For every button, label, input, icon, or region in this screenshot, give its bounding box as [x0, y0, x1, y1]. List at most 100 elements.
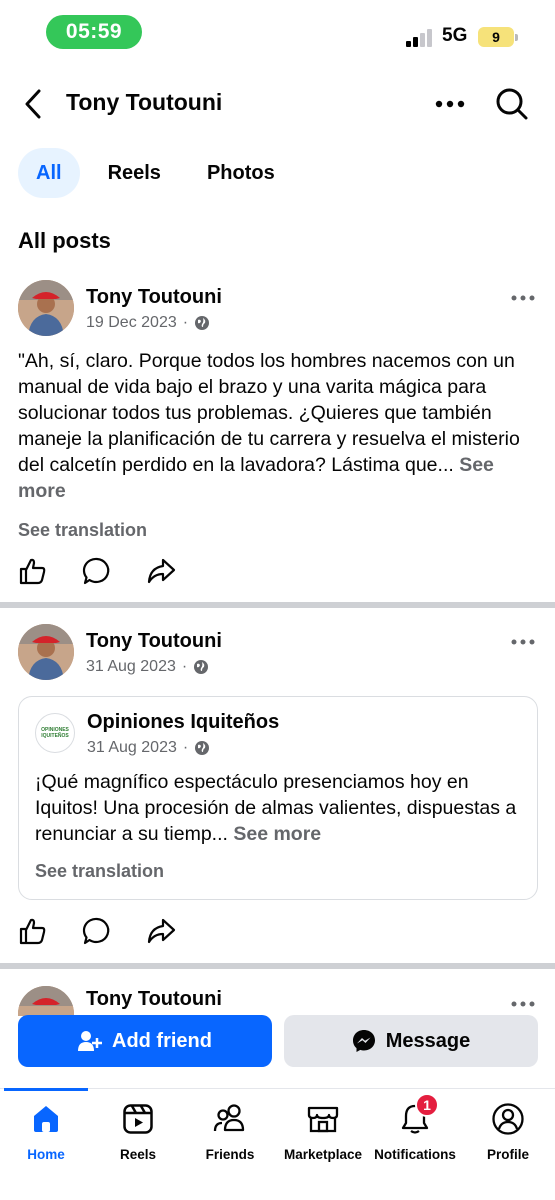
share-button[interactable]	[146, 556, 176, 586]
home-icon	[28, 1101, 64, 1137]
post-options-button[interactable]	[509, 288, 537, 308]
tab-photos[interactable]: Photos	[189, 148, 293, 198]
shared-post-text: ¡Qué magnífico espectáculo presenciamos …	[35, 769, 527, 847]
post-meta: 19 Dec 2023 ·	[86, 314, 210, 332]
tab-reels[interactable]: Reels	[92, 1101, 184, 1162]
dot-separator: ·	[181, 658, 188, 675]
post: Tony Toutouni 31 Aug 2023 · OPINIONES IQ…	[0, 624, 555, 964]
tab-marketplace-label: Marketplace	[283, 1147, 363, 1162]
add-friend-button[interactable]: Add friend	[18, 1015, 272, 1067]
tab-reels[interactable]: Reels	[90, 148, 179, 198]
tab-home[interactable]: Home	[0, 1101, 92, 1162]
status-time: 05:59	[46, 15, 142, 49]
tab-all[interactable]: All	[18, 148, 80, 198]
post-author[interactable]: Tony Toutouni	[86, 988, 222, 1011]
avatar[interactable]	[18, 986, 74, 1016]
notification-badge: 1	[415, 1093, 439, 1117]
bell-icon: 1	[397, 1093, 439, 1137]
tab-profile[interactable]: Profile	[462, 1101, 554, 1162]
post-author[interactable]: Tony Toutouni	[86, 286, 222, 309]
see-translation-link[interactable]: See translation	[35, 861, 164, 882]
avatar[interactable]	[18, 624, 74, 680]
post: Tony Toutouni 19 Dec 2023 · "Ah, sí, cla…	[0, 280, 555, 602]
dot-separator: ·	[182, 739, 189, 756]
post-date[interactable]: 31 Aug 2023	[86, 658, 176, 676]
like-button[interactable]	[18, 916, 48, 946]
ellipsis-icon	[511, 1001, 535, 1007]
see-more-link[interactable]: See more	[233, 823, 321, 845]
messenger-icon	[352, 1030, 375, 1052]
post-options-button[interactable]	[509, 632, 537, 652]
shared-date[interactable]: 31 Aug 2023	[87, 739, 177, 757]
back-button[interactable]	[18, 86, 48, 122]
search-button[interactable]	[492, 84, 532, 124]
post: Tony Toutouni	[0, 986, 555, 1016]
status-bar: 05:59 5G 9	[0, 0, 555, 66]
page-title: Tony Toutouni	[66, 89, 223, 115]
tab-notifications[interactable]: 1 Notifications	[369, 1093, 461, 1162]
tab-friends[interactable]: Friends	[184, 1101, 276, 1162]
globe-icon	[194, 660, 209, 674]
tab-marketplace[interactable]: Marketplace	[277, 1101, 369, 1162]
post-date[interactable]: 19 Dec 2023	[86, 314, 177, 332]
comment-button[interactable]	[82, 916, 112, 946]
signal-icon	[406, 27, 434, 47]
share-button[interactable]	[146, 916, 176, 946]
tab-home-label: Home	[27, 1147, 65, 1162]
post-text: "Ah, sí, claro. Porque todos los hombres…	[18, 348, 540, 504]
profile-actions: Add friend Message	[18, 1015, 538, 1067]
bottom-tab-bar: Home Reels Friends Marketplace 1 Notific…	[0, 1088, 555, 1200]
avatar[interactable]	[18, 280, 74, 336]
message-label: Message	[385, 1029, 471, 1052]
more-options-button[interactable]	[430, 86, 470, 122]
reels-icon	[120, 1101, 156, 1137]
thumbs-up-icon	[19, 558, 46, 585]
marketplace-icon	[305, 1101, 341, 1137]
dot-separator: ·	[182, 314, 189, 331]
profile-header: Tony Toutouni	[0, 76, 555, 132]
comment-icon	[82, 917, 110, 945]
search-icon	[496, 88, 528, 120]
tab-reels-label: Reels	[119, 1147, 157, 1162]
post-actions	[18, 556, 176, 586]
ellipsis-icon	[435, 100, 465, 108]
globe-icon	[195, 741, 210, 755]
post-body: "Ah, sí, claro. Porque todos los hombres…	[18, 350, 520, 476]
battery-level: 9	[492, 29, 500, 45]
post-author[interactable]: Tony Toutouni	[86, 630, 222, 653]
shared-post-card[interactable]: OPINIONES IQUITEÑOS Opiniones Iquiteños …	[18, 696, 538, 900]
section-title: All posts	[18, 228, 111, 253]
post-meta: 31 Aug 2023 ·	[86, 658, 209, 676]
profile-tabs: All Reels Photos	[18, 147, 303, 199]
shared-page-name[interactable]: Opiniones Iquiteños	[87, 711, 279, 734]
tab-notifications-label: Notifications	[374, 1147, 456, 1162]
add-person-icon	[78, 1031, 102, 1051]
comment-icon	[82, 557, 110, 585]
chevron-left-icon	[25, 89, 41, 119]
ellipsis-icon	[511, 295, 535, 301]
post-actions	[18, 916, 176, 946]
profile-icon	[490, 1101, 526, 1137]
add-friend-label: Add friend	[112, 1029, 212, 1052]
thumbs-up-icon	[19, 918, 46, 945]
share-icon	[147, 558, 176, 584]
page-logo[interactable]: OPINIONES IQUITEÑOS	[35, 713, 75, 753]
share-icon	[147, 918, 176, 944]
active-tab-indicator	[4, 1088, 88, 1091]
page-logo-text: OPINIONES IQUITEÑOS	[41, 727, 69, 739]
network-type: 5G	[442, 25, 468, 46]
globe-icon	[195, 316, 210, 330]
see-translation-link[interactable]: See translation	[18, 520, 147, 541]
tab-profile-label: Profile	[486, 1147, 529, 1162]
tab-friends-label: Friends	[205, 1147, 255, 1162]
like-button[interactable]	[18, 556, 48, 586]
post-divider	[0, 963, 555, 969]
battery-icon: 9	[478, 27, 518, 47]
post-divider	[0, 602, 555, 608]
message-button[interactable]: Message	[284, 1015, 538, 1067]
friends-icon	[212, 1101, 248, 1137]
post-options-button[interactable]	[509, 994, 537, 1014]
ellipsis-icon	[511, 639, 535, 645]
comment-button[interactable]	[82, 556, 112, 586]
shared-meta: 31 Aug 2023 ·	[87, 739, 210, 757]
